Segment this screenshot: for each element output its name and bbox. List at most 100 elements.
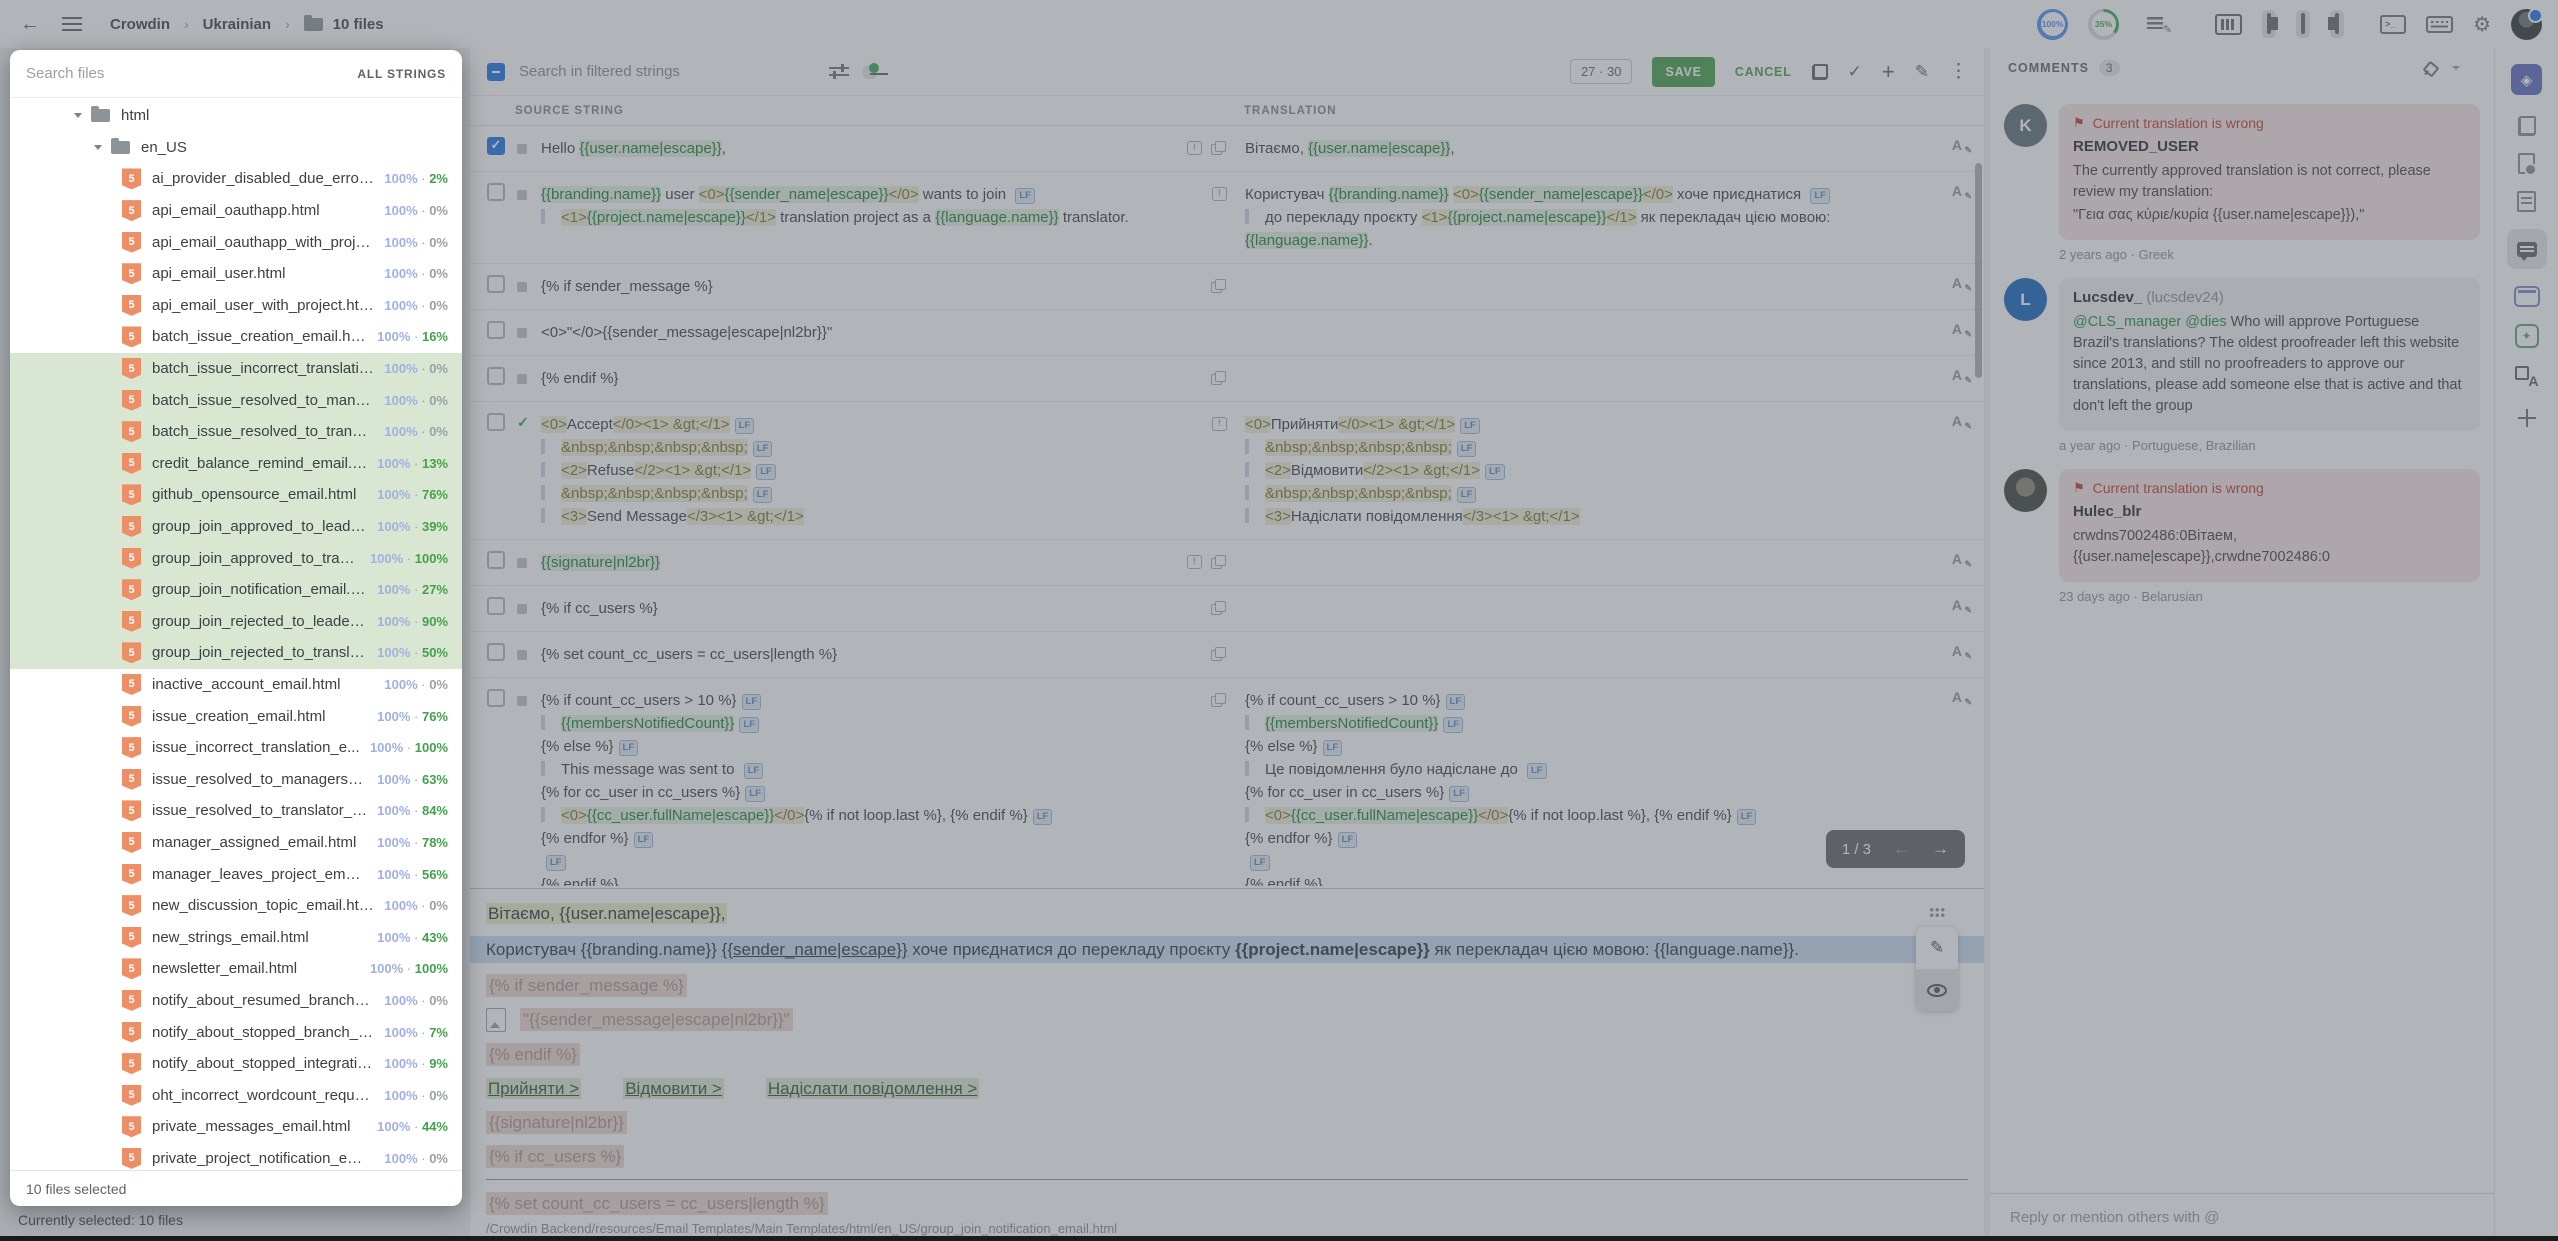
preview-link[interactable]: Надіслати повідомлення > <box>766 1078 979 1099</box>
breadcrumb-language[interactable]: Ukrainian <box>203 16 271 33</box>
filter-button[interactable] <box>863 65 877 79</box>
preview-edit-button[interactable]: ✎ <box>1916 927 1958 969</box>
translation-cell[interactable]: Користувач {{branding.name}} <0>{{sender… <box>1235 172 1984 263</box>
file-row[interactable]: notify_about_resumed_branch_s...100% · 0… <box>10 985 462 1017</box>
translate-icon[interactable] <box>2515 365 2539 387</box>
machine-translation-icon[interactable]: A <box>1952 137 1970 153</box>
all-strings-button[interactable]: ALL STRINGS <box>357 67 446 81</box>
file-row[interactable]: group_join_notification_email.h...100% ·… <box>10 574 462 606</box>
file-row[interactable]: issue_resolved_to_managers_e...100% · 63… <box>10 763 462 795</box>
row-checkbox[interactable] <box>487 137 505 155</box>
file-row[interactable]: api_email_user.html100% · 0% <box>10 258 462 290</box>
translation-cell[interactable]: A <box>1235 632 1984 677</box>
row-checkbox[interactable] <box>487 183 505 201</box>
file-row[interactable]: batch_issue_creation_email.html100% · 16… <box>10 321 462 353</box>
glossary-icon[interactable] <box>2518 116 2536 136</box>
menu-icon[interactable] <box>62 17 82 31</box>
file-search-input[interactable] <box>26 65 357 82</box>
mention-link[interactable]: @dies <box>2185 314 2226 330</box>
duplicate-icon[interactable] <box>1211 601 1227 615</box>
translation-cell[interactable]: A <box>1235 310 1984 355</box>
duplicate-icon[interactable] <box>1211 555 1227 569</box>
more-options-kebab-icon[interactable]: ⋮ <box>1949 60 1968 83</box>
add-tool-icon[interactable] <box>2517 408 2537 428</box>
file-row[interactable]: group_join_rejected_to_leaders....100% ·… <box>10 606 462 638</box>
file-row[interactable]: group_join_approved_to_leader...100% · 3… <box>10 511 462 543</box>
panel-view-icon[interactable] <box>2514 286 2540 307</box>
file-row[interactable]: new_strings_email.html100% · 43% <box>10 921 462 953</box>
file-row[interactable]: private_project_notification_ema...100% … <box>10 1143 462 1170</box>
next-page-icon[interactable]: → <box>1932 839 1949 859</box>
string-row[interactable]: {% if cc_users %}A <box>470 586 1984 632</box>
cancel-button[interactable]: CANCEL <box>1735 65 1792 79</box>
columns-view-icon[interactable] <box>2215 14 2242 35</box>
string-row[interactable]: {% if count_cc_users > 10 %}LF{{membersN… <box>470 678 1984 886</box>
select-all-checkbox[interactable] <box>487 63 505 81</box>
row-checkbox[interactable] <box>487 689 505 707</box>
reply-box[interactable] <box>1990 1193 2494 1241</box>
duplicate-icon[interactable] <box>1211 647 1227 661</box>
string-row[interactable]: ✓<0>Accept</0><1> &gt;</1>LF&nbsp;&nbsp;… <box>470 402 1984 540</box>
file-row[interactable]: batch_issue_resolved_to_transla...100% ·… <box>10 416 462 448</box>
collapse-caret-icon[interactable] <box>2452 66 2460 70</box>
file-row[interactable]: inactive_account_email.html100% · 0% <box>10 669 462 701</box>
file-row[interactable]: group_join_approved_to_transl...100% · 1… <box>10 542 462 574</box>
row-checkbox[interactable] <box>487 321 505 339</box>
duplicate-icon[interactable] <box>1211 141 1227 155</box>
file-row[interactable]: manager_leaves_project_email....100% · 5… <box>10 858 462 890</box>
string-row[interactable]: {% set count_cc_users = cc_users|length … <box>470 632 1984 678</box>
machine-translation-icon[interactable]: A <box>1952 275 1970 291</box>
console-icon[interactable]: >_ <box>2380 15 2406 34</box>
file-row[interactable]: notify_about_stopped_branch_s...100% · 7… <box>10 1016 462 1048</box>
row-checkbox[interactable] <box>487 643 505 661</box>
file-row[interactable]: newsletter_email.html100% · 100% <box>10 953 462 985</box>
file-row[interactable]: oht_incorrect_wordcount_reque...100% · 0… <box>10 1079 462 1111</box>
file-row[interactable]: api_email_oauthapp_with_projec...100% · … <box>10 226 462 258</box>
left-panel-toggle[interactable] <box>2262 10 2276 38</box>
row-checkbox[interactable] <box>487 275 505 293</box>
string-row[interactable]: Hello {{user.name|escape}},Вітаємо, {{us… <box>470 126 1984 172</box>
file-row[interactable]: new_discussion_topic_email.html100% · 0% <box>10 890 462 922</box>
machine-translation-icon[interactable]: A <box>1952 367 1970 383</box>
string-row[interactable]: {{branding.name}} user <0>{{sender_name|… <box>470 172 1984 264</box>
folder-row[interactable]: en_US <box>10 132 462 164</box>
edit-pencil-icon[interactable]: ✎ <box>1915 62 1929 82</box>
keyboard-shortcuts-icon[interactable] <box>2426 16 2453 33</box>
pin-icon[interactable] <box>2420 59 2438 77</box>
preview-eye-button[interactable] <box>1916 969 1958 1011</box>
row-checkbox[interactable] <box>487 367 505 385</box>
translated-progress-ring[interactable]: 100% <box>2037 9 2068 40</box>
comments-tab-active[interactable] <box>2507 229 2547 269</box>
file-row[interactable]: api_email_oauthapp.html100% · 0% <box>10 195 462 227</box>
strings-search-input[interactable] <box>519 63 819 80</box>
user-avatar[interactable] <box>2511 9 2542 40</box>
document-icon[interactable] <box>2517 191 2536 212</box>
copy-source-icon[interactable] <box>1812 64 1828 80</box>
file-row[interactable]: api_email_user_with_project.html100% · 0… <box>10 290 462 322</box>
preview-link[interactable]: Відмовити > <box>623 1078 724 1099</box>
translation-cell[interactable]: Вітаємо, {{user.name|escape}},A <box>1235 126 1984 171</box>
file-row[interactable]: github_opensource_email.html100% · 76% <box>10 479 462 511</box>
translation-cell[interactable]: <0>Прийняти</0><1> &gt;</1>LF&nbsp;&nbsp… <box>1235 402 1984 539</box>
row-checkbox[interactable] <box>487 413 505 431</box>
row-checkbox[interactable] <box>487 551 505 569</box>
mention-link[interactable]: @CLS_manager <box>2073 314 2181 330</box>
row-checkbox[interactable] <box>487 597 505 615</box>
file-info-icon[interactable] <box>2518 153 2535 174</box>
file-row[interactable]: ai_provider_disabled_due_error....100% ·… <box>10 163 462 195</box>
duplicate-icon[interactable] <box>1211 371 1227 385</box>
approved-progress-ring[interactable]: 35% <box>2088 9 2119 40</box>
bottom-panel-toggle[interactable] <box>2296 10 2310 38</box>
comment-alert-icon[interactable] <box>1212 417 1227 431</box>
folder-row[interactable]: html <box>10 100 462 132</box>
prev-page-icon[interactable]: ← <box>1893 839 1910 859</box>
machine-translation-icon[interactable]: A <box>1952 413 1970 429</box>
translation-cell[interactable]: A <box>1235 586 1984 631</box>
preview-link[interactable]: Прийняти > <box>486 1078 581 1099</box>
translation-cell[interactable]: A <box>1235 540 1984 585</box>
file-row[interactable]: credit_balance_remind_email.h...100% · 1… <box>10 448 462 480</box>
translation-cell[interactable]: A <box>1235 356 1984 401</box>
string-row[interactable]: {{signature|nl2br}}A <box>470 540 1984 586</box>
string-row[interactable]: <0>"</0>{{sender_message|escape|nl2br}}"… <box>470 310 1984 356</box>
file-row[interactable]: issue_incorrect_translation_e...100% · 1… <box>10 732 462 764</box>
